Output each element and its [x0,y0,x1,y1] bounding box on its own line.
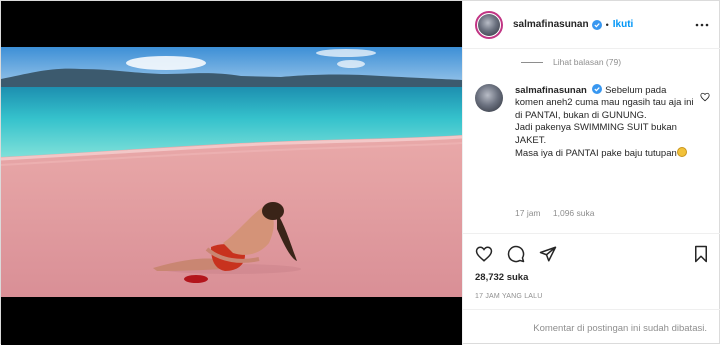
post-timestamp[interactable]: 17 JAM YANG LALU [475,293,543,300]
comment-text-3: Masa iya di PANTAI pake baju tutupan [515,148,677,160]
more-options-icon[interactable] [695,20,709,30]
embarrassed-face-emoji [676,147,687,158]
paper-plane-icon[interactable] [539,245,557,263]
comments-closed-notice: Komentar di postingan ini sudah dibatasi… [463,309,720,346]
post-username[interactable]: salmafinasunan [513,19,589,30]
comments-section: Lihat balasan (79) salmafinasunan Sebelu… [463,50,720,233]
post-photo [1,47,462,297]
post-media[interactable] [1,1,462,345]
comment-icon[interactable] [507,245,525,263]
comment-username[interactable]: salmafinasunan [515,85,587,96]
bookmark-icon[interactable] [692,245,710,263]
comment-time: 17 jam [515,208,541,218]
avatar[interactable] [475,10,503,39]
separator-dot: • [605,19,609,30]
view-replies-link[interactable]: Lihat balasan (79) [521,57,621,67]
view-replies-label: Lihat balasan (79) [553,57,622,67]
action-bar: 28,732 suka 17 JAM YANG LALU Komentar di… [463,233,720,345]
comment-body: salmafinasunan Sebelum pada komen aneh2 … [515,84,695,160]
likes-count[interactable]: 28,732 suka [475,272,528,283]
comment-like-icon[interactable] [700,92,710,102]
replies-line [521,61,543,63]
comment-likes[interactable]: 1,096 suka [553,208,595,218]
comment-meta: 17 jam 1,096 suka [515,208,594,218]
post-sidebar: salmafinasunan • Ikuti Lihat balasan (79… [462,1,720,345]
comment-text-2: Jadi pakenya SWIMMING SUIT bukan JAKET. [515,122,677,146]
verified-badge-icon [591,19,602,30]
post-header: salmafinasunan • Ikuti [463,1,720,49]
comment-avatar[interactable] [475,84,503,112]
follow-button[interactable]: Ikuti [613,19,634,30]
post-dialog: salmafinasunan • Ikuti Lihat balasan (79… [0,0,720,345]
verified-badge-icon [592,84,603,94]
heart-icon[interactable] [475,245,493,263]
comments-closed-text: Komentar di postingan ini sudah dibatasi… [533,322,707,334]
